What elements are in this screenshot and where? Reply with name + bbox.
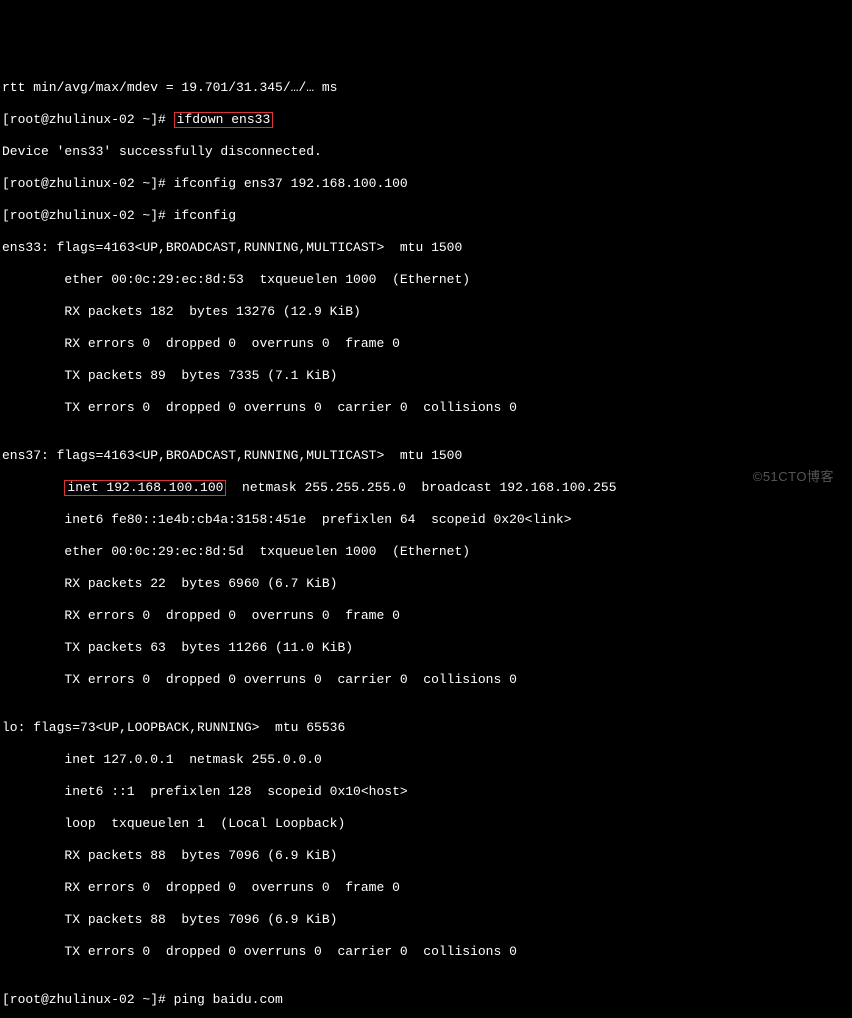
output-line: RX errors 0 dropped 0 overruns 0 frame 0	[2, 608, 850, 624]
output-line: Device 'ens33' successfully disconnected…	[2, 144, 850, 160]
output-line: RX errors 0 dropped 0 overruns 0 frame 0	[2, 880, 850, 896]
output-line: [root@zhulinux-02 ~]# ifconfig	[2, 208, 850, 224]
output-line: [root@zhulinux-02 ~]# ifconfig ens37 192…	[2, 176, 850, 192]
output-line: ens33: flags=4163<UP,BROADCAST,RUNNING,M…	[2, 240, 850, 256]
output-line: ens37: flags=4163<UP,BROADCAST,RUNNING,M…	[2, 448, 850, 464]
output-line: inet 127.0.0.1 netmask 255.0.0.0	[2, 752, 850, 768]
indent	[2, 480, 64, 495]
output-line: lo: flags=73<UP,LOOPBACK,RUNNING> mtu 65…	[2, 720, 850, 736]
highlight-ifdown-cmd: ifdown ens33	[174, 112, 274, 128]
output-line: inet 192.168.100.100 netmask 255.255.255…	[2, 480, 850, 496]
prompt: [root@zhulinux-02 ~]#	[2, 112, 174, 127]
output-line: loop txqueuelen 1 (Local Loopback)	[2, 816, 850, 832]
output-line: ether 00:0c:29:ec:8d:53 txqueuelen 1000 …	[2, 272, 850, 288]
highlight-inet-addr: inet 192.168.100.100	[64, 480, 226, 496]
output-line: ether 00:0c:29:ec:8d:5d txqueuelen 1000 …	[2, 544, 850, 560]
output-line: inet6 ::1 prefixlen 128 scopeid 0x10<hos…	[2, 784, 850, 800]
output-line: RX packets 88 bytes 7096 (6.9 KiB)	[2, 848, 850, 864]
output-line: TX packets 63 bytes 11266 (11.0 KiB)	[2, 640, 850, 656]
output-line: RX packets 182 bytes 13276 (12.9 KiB)	[2, 304, 850, 320]
output-line: TX packets 88 bytes 7096 (6.9 KiB)	[2, 912, 850, 928]
output-line: RX packets 22 bytes 6960 (6.7 KiB)	[2, 576, 850, 592]
text: netmask 255.255.255.0 broadcast 192.168.…	[226, 480, 616, 495]
output-line: TX errors 0 dropped 0 overruns 0 carrier…	[2, 672, 850, 688]
output-line: TX packets 89 bytes 7335 (7.1 KiB)	[2, 368, 850, 384]
output-line: TX errors 0 dropped 0 overruns 0 carrier…	[2, 400, 850, 416]
output-line: rtt min/avg/max/mdev = 19.701/31.345/…/……	[2, 80, 850, 96]
output-line: inet6 fe80::1e4b:cb4a:3158:451e prefixle…	[2, 512, 850, 528]
output-line: TX errors 0 dropped 0 overruns 0 carrier…	[2, 944, 850, 960]
output-line: RX errors 0 dropped 0 overruns 0 frame 0	[2, 336, 850, 352]
output-line: [root@zhulinux-02 ~]# ping baidu.com	[2, 992, 850, 1008]
output-line: [root@zhulinux-02 ~]# ifdown ens33	[2, 112, 850, 128]
terminal-output[interactable]: rtt min/avg/max/mdev = 19.701/31.345/…/……	[0, 64, 852, 1018]
watermark: ©51CTO博客	[753, 469, 834, 485]
